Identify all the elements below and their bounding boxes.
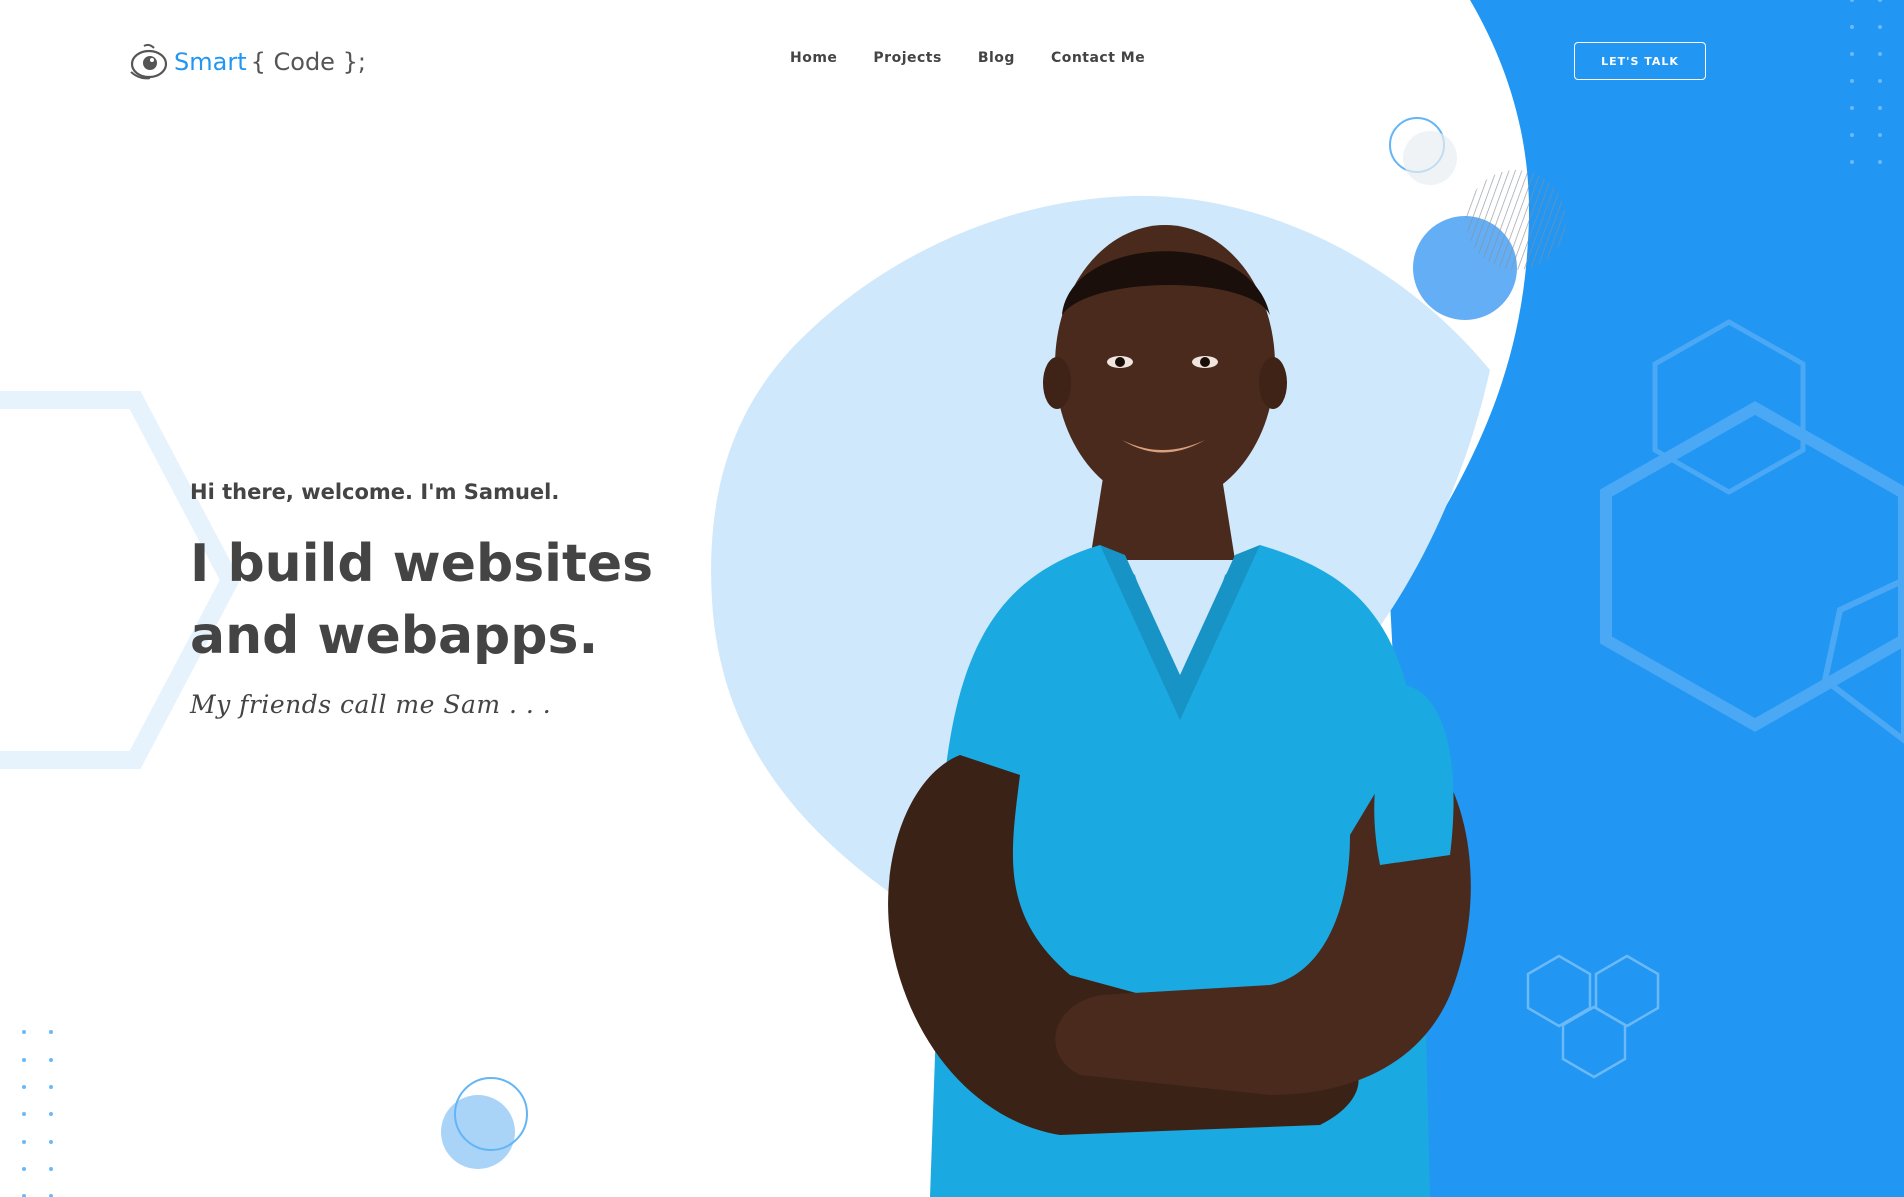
- nav-item-blog[interactable]: Blog: [978, 50, 1015, 66]
- site-header: Smart { Code }; Home Projects Blog Conta…: [0, 0, 1904, 124]
- hero-greeting: Hi there, welcome. I'm Samuel.: [190, 480, 560, 504]
- nav-item-home[interactable]: Home: [790, 50, 837, 66]
- nav-item-projects[interactable]: Projects: [873, 50, 941, 66]
- logo-text-primary: Smart: [174, 48, 247, 76]
- hero-headline: I build websites and webapps.: [190, 534, 654, 666]
- hero-section: Hi there, welcome. I'm Samuel. I build w…: [190, 480, 790, 719]
- logo-link[interactable]: Smart { Code };: [128, 40, 366, 84]
- deco-circle-grey-top: [1403, 131, 1457, 185]
- nav-item-contact[interactable]: Contact Me: [1051, 50, 1145, 66]
- hero-tagline: My friends call me Sam . . .: [190, 690, 552, 719]
- dot-grid-bottom-left: [22, 1030, 53, 1197]
- main-nav: Home Projects Blog Contact Me: [790, 50, 1181, 66]
- eye-logo-icon: [130, 43, 168, 80]
- logo-text-secondary: { Code };: [250, 48, 366, 76]
- landing-page: Smart { Code }; Home Projects Blog Conta…: [0, 0, 1904, 1197]
- portrait-image: [888, 225, 1471, 1197]
- deco-circle-blue-bottom: [441, 1095, 515, 1169]
- lets-talk-button[interactable]: LET'S TALK: [1574, 42, 1706, 80]
